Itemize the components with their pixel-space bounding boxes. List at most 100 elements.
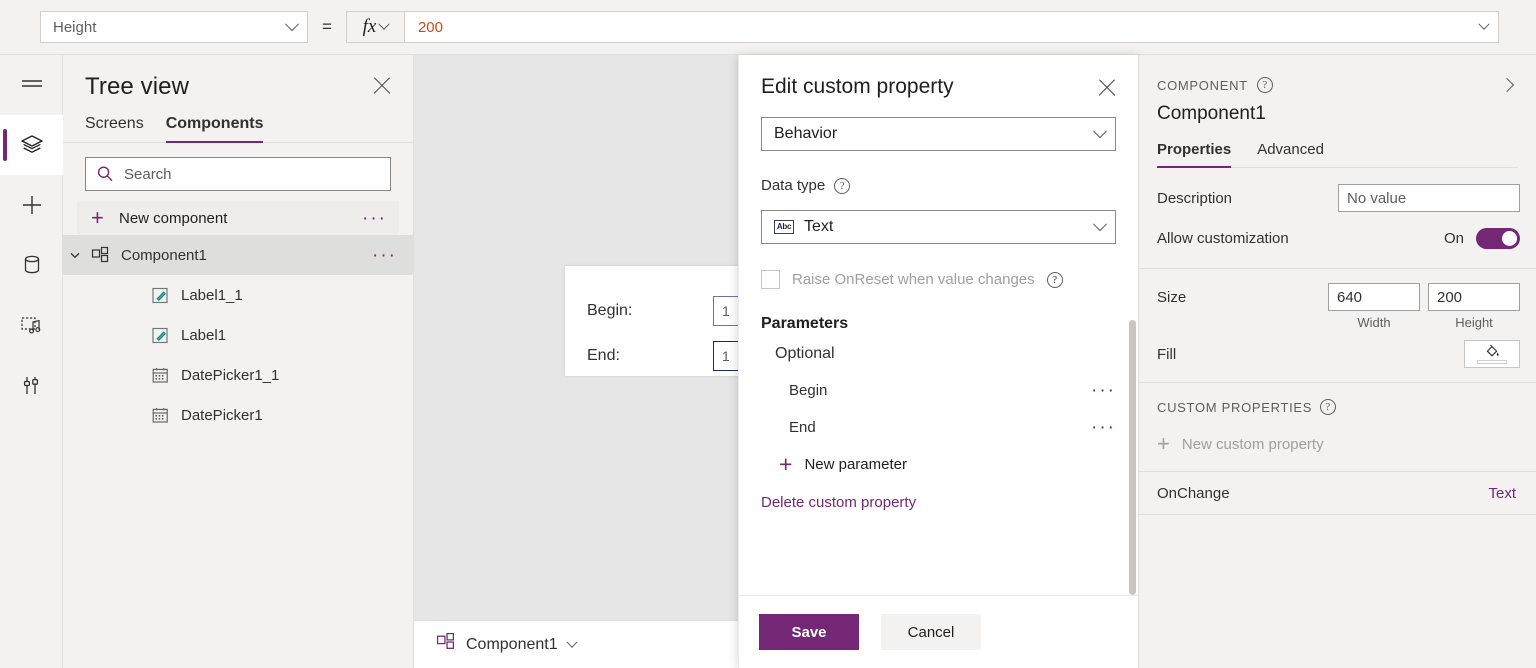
fx-button[interactable]: fx	[346, 11, 404, 43]
chevron-down-icon	[285, 17, 299, 31]
property-select[interactable]: Height	[40, 11, 308, 43]
properties-pane-tabs: Properties Advanced	[1157, 141, 1518, 168]
hamburger-menu-button[interactable]	[0, 55, 63, 115]
component-icon	[436, 632, 456, 657]
custom-property-row-onchange[interactable]: OnChange Text	[1139, 471, 1536, 515]
parameter-overflow-icon[interactable]: ···	[1091, 381, 1116, 400]
data-type-dropdown[interactable]: Abc Text	[761, 210, 1116, 244]
new-component-overflow-icon[interactable]: ···	[362, 209, 387, 228]
chevron-down-icon	[1093, 217, 1107, 231]
component-icon	[87, 246, 113, 265]
save-button[interactable]: Save	[759, 614, 859, 650]
dialog-header: Edit custom property	[739, 55, 1138, 101]
tree-node-label: Component1	[121, 247, 372, 264]
parameter-overflow-icon[interactable]: ···	[1091, 418, 1116, 437]
database-icon	[21, 253, 43, 277]
close-icon[interactable]	[369, 73, 395, 99]
tree-node-label: DatePicker1_1	[181, 367, 397, 384]
help-icon[interactable]: ?	[1320, 399, 1336, 415]
raise-onreset-checkbox[interactable]	[761, 270, 780, 289]
tab-screens[interactable]: Screens	[85, 115, 144, 142]
close-icon[interactable]	[1094, 75, 1120, 101]
formula-bar: Height = fx 200	[0, 0, 1536, 55]
properties-pane-header: COMPONENT ? Component1 Properties Advanc…	[1139, 55, 1536, 168]
sidebar-item-media[interactable]	[0, 295, 63, 355]
edit-custom-property-dialog: Edit custom property Behavior Data type …	[738, 55, 1138, 668]
tab-properties[interactable]: Properties	[1157, 141, 1231, 167]
parameter-row-begin[interactable]: Begin ···	[761, 381, 1116, 400]
parameter-name: End	[789, 419, 1091, 436]
new-custom-property-label: New custom property	[1182, 436, 1324, 453]
data-type-label-row: Data type ?	[761, 177, 1116, 194]
tools-icon	[21, 373, 43, 397]
new-component-button[interactable]: + New component ···	[77, 201, 399, 235]
toggle-knob	[1502, 231, 1517, 246]
help-icon[interactable]: ?	[1257, 77, 1273, 93]
fx-label: fx	[363, 16, 377, 38]
custom-property-name: OnChange	[1157, 485, 1488, 502]
properties-pane-kicker: COMPONENT	[1157, 78, 1248, 93]
left-icon-rail	[0, 55, 63, 668]
tree-node-component1[interactable]: Component1 ···	[63, 235, 413, 275]
cancel-button[interactable]: Cancel	[881, 614, 981, 650]
plus-icon: +	[779, 453, 792, 476]
tree-view-tabs: Screens Components	[63, 101, 413, 143]
help-icon[interactable]: ?	[1047, 272, 1063, 288]
properties-pane: COMPONENT ? Component1 Properties Advanc…	[1138, 55, 1536, 668]
datepicker-icon	[147, 366, 173, 385]
width-input[interactable]: 640	[1328, 283, 1420, 311]
chevron-down-icon	[379, 19, 390, 30]
property-type-dropdown[interactable]: Behavior	[761, 117, 1116, 151]
hamburger-menu-icon	[19, 75, 45, 95]
new-parameter-button[interactable]: + New parameter	[761, 453, 1116, 476]
dialog-scrollbar[interactable]	[1129, 320, 1136, 595]
tree-node-label: Label1_1	[181, 287, 397, 304]
new-parameter-label: New parameter	[804, 456, 907, 473]
tree-view-panel: Tree view Screens Components Search + Ne…	[63, 55, 414, 668]
size-row: Size 640 Width 200 Height	[1139, 269, 1536, 330]
dialog-title: Edit custom property	[761, 75, 954, 99]
sidebar-item-insert[interactable]	[0, 175, 63, 235]
tree-node-label1-1[interactable]: Label1_1	[63, 275, 413, 315]
paint-bucket-icon	[1484, 344, 1501, 359]
search-input[interactable]: Search	[85, 157, 391, 191]
tab-components[interactable]: Components	[166, 115, 264, 142]
chevron-right-icon[interactable]	[1498, 75, 1518, 95]
formula-input[interactable]: 200	[404, 11, 1499, 43]
tree-node-label1[interactable]: Label1	[63, 315, 413, 355]
tree-node-overflow-icon[interactable]: ···	[372, 246, 397, 265]
chevron-down-icon[interactable]	[566, 636, 577, 647]
optional-group-label: Optional	[761, 345, 1116, 363]
chevron-down-icon[interactable]	[1478, 19, 1489, 30]
tree-node-datepicker1[interactable]: DatePicker1	[63, 395, 413, 435]
height-input[interactable]: 200	[1428, 283, 1520, 311]
data-type-label: Data type	[761, 177, 825, 194]
fill-color-button[interactable]	[1464, 340, 1520, 368]
custom-property-type[interactable]: Text	[1488, 485, 1516, 502]
description-field[interactable]: No value	[1338, 184, 1520, 212]
search-container: Search	[63, 143, 413, 191]
delete-custom-property-link[interactable]: Delete custom property	[761, 494, 1116, 511]
allow-customization-toggle[interactable]	[1476, 228, 1520, 249]
sidebar-item-data[interactable]	[0, 235, 63, 295]
tree-node-datepicker1-1[interactable]: DatePicker1_1	[63, 355, 413, 395]
help-icon[interactable]: ?	[834, 178, 850, 194]
description-row: Description No value	[1139, 178, 1536, 218]
size-label: Size	[1157, 283, 1328, 306]
property-type-value: Behavior	[774, 125, 1095, 143]
width-sublabel: Width	[1328, 315, 1420, 330]
allow-customization-label: Allow customization	[1157, 230, 1444, 247]
layers-icon	[19, 133, 45, 157]
abc-icon: Abc	[774, 220, 794, 234]
raise-onreset-row: Raise OnReset when value changes ?	[761, 270, 1116, 289]
chevron-down-icon	[1093, 124, 1107, 138]
sidebar-item-advanced-tools[interactable]	[0, 355, 63, 415]
parameter-row-end[interactable]: End ···	[761, 418, 1116, 437]
allow-customization-row: Allow customization On	[1139, 218, 1536, 258]
sidebar-item-tree-view[interactable]	[0, 115, 63, 175]
chevron-down-icon[interactable]	[63, 249, 87, 261]
fill-label: Fill	[1157, 346, 1464, 363]
tab-advanced[interactable]: Advanced	[1257, 141, 1324, 167]
new-custom-property-button[interactable]: + New custom property	[1139, 415, 1536, 455]
fill-row: Fill	[1139, 330, 1536, 368]
